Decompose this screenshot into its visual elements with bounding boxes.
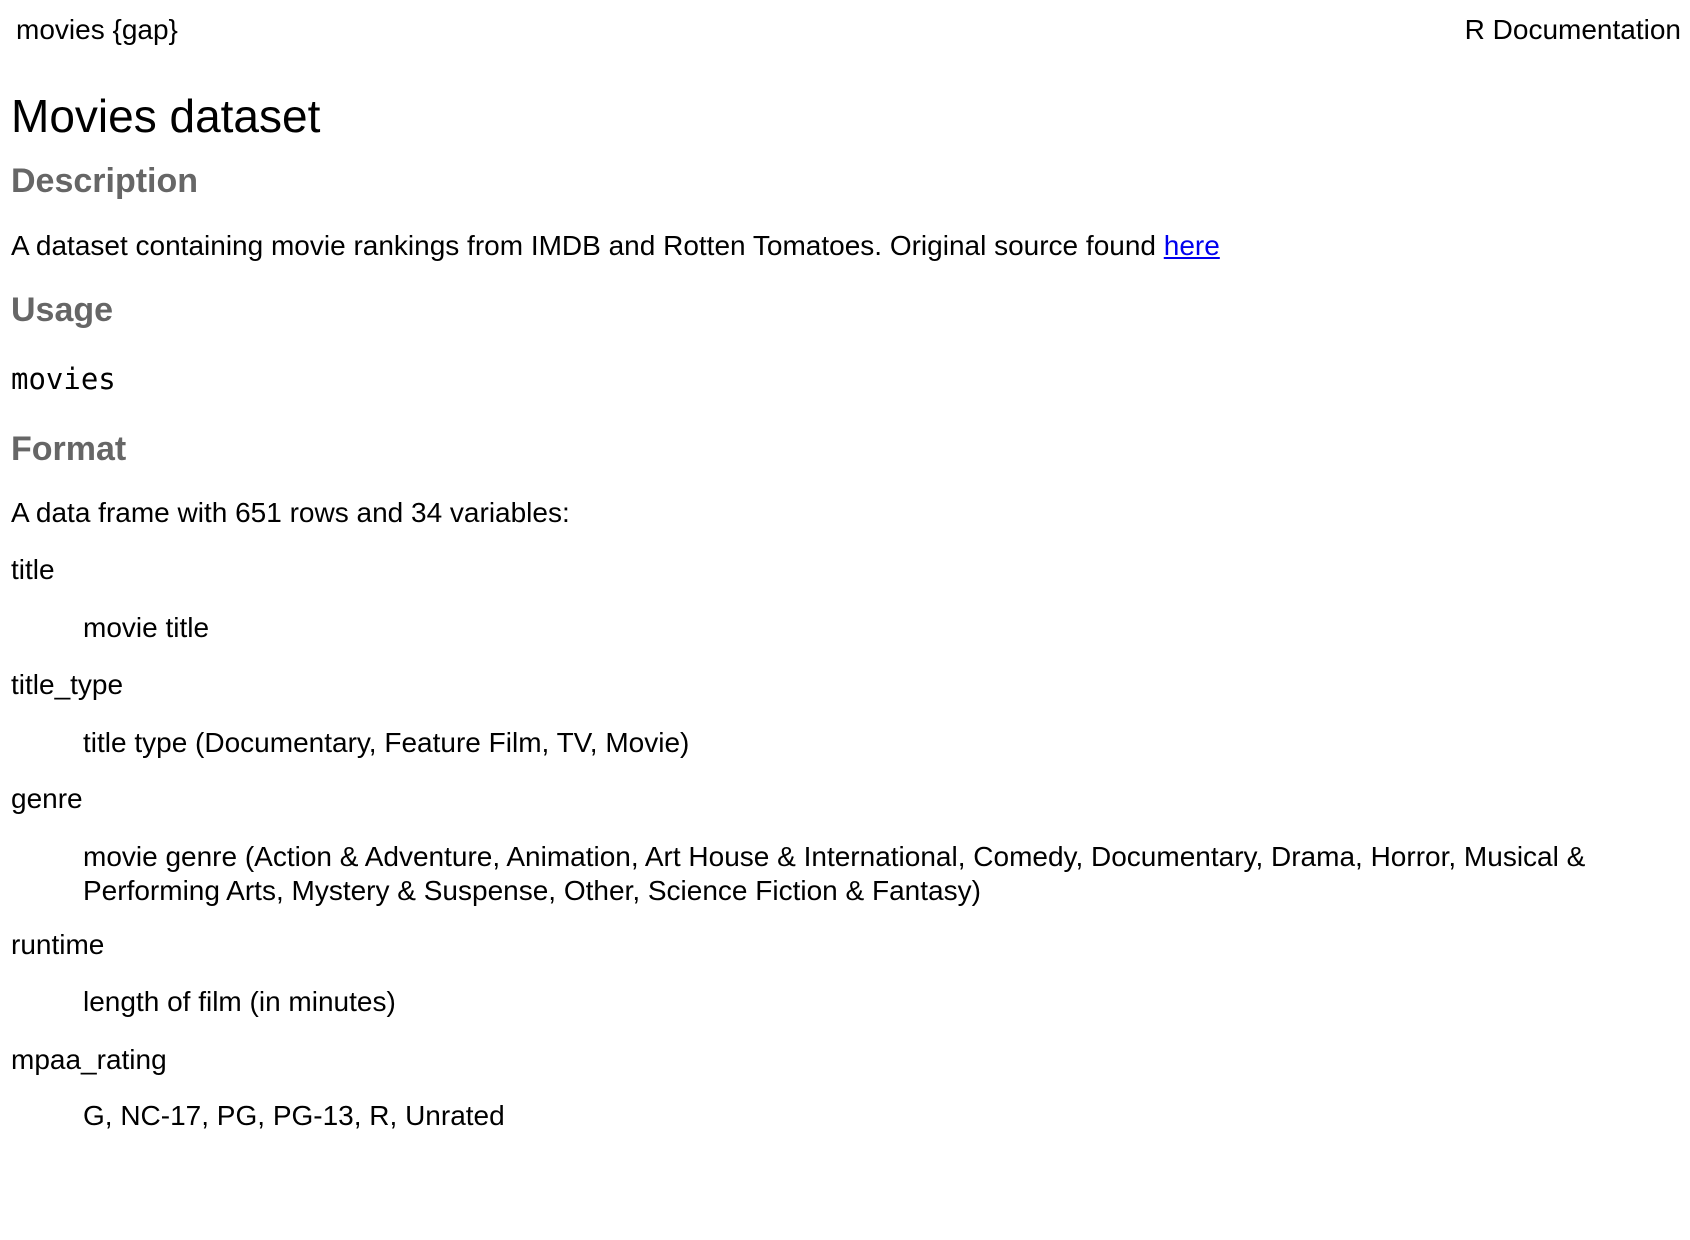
format-term-runtime: runtime (11, 929, 105, 960)
page-title: Movies dataset (11, 90, 321, 142)
description-body: A dataset containing movie rankings from… (11, 230, 1164, 261)
format-term-genre: genre (11, 783, 83, 814)
r-documentation-label: R Documentation (1464, 14, 1681, 45)
source-link[interactable]: here (1164, 230, 1220, 261)
format-desc-genre: movie genre (Action & Adventure, Animati… (83, 841, 1586, 906)
format-term-title-type: title_type (11, 669, 124, 700)
usage-code: movies (11, 362, 116, 396)
format-desc-title: movie title (83, 612, 210, 643)
topic-label: movies {gap} (16, 14, 178, 45)
description-text: A dataset containing movie rankings from… (11, 229, 1220, 263)
doc-header: movies {gap} R Documentation (11, 14, 1681, 50)
format-term-title: title (11, 554, 55, 585)
description-heading: Description (11, 162, 199, 200)
format-desc-title-type: title type (Documentary, Feature Film, T… (83, 727, 690, 758)
usage-heading: Usage (11, 291, 114, 329)
format-desc-runtime: length of film (in minutes) (83, 986, 396, 1017)
format-desc-mpaa-rating: G, NC-17, PG, PG-13, R, Unrated (83, 1100, 505, 1131)
format-heading: Format (11, 430, 127, 468)
format-intro: A data frame with 651 rows and 34 variab… (11, 497, 570, 528)
format-term-mpaa-rating: mpaa_rating (11, 1044, 167, 1075)
